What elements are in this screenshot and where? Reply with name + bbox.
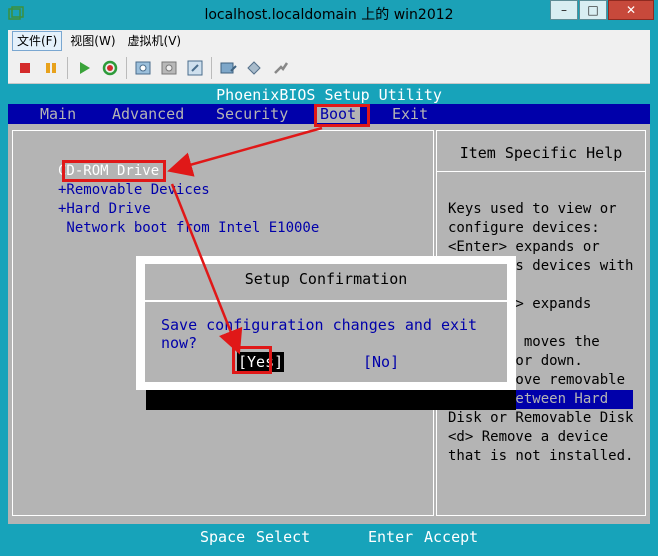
menu-view[interactable]: 视图(W) <box>66 32 119 50</box>
boot-tab-highlight-box <box>314 104 370 127</box>
help-line: that is not installed. <box>448 448 634 464</box>
toolbar-separator <box>211 56 212 79</box>
minimize-button[interactable]: – <box>550 0 578 20</box>
snapshot-icon <box>135 61 151 74</box>
footer-key-enter: Enter <box>368 528 414 546</box>
manage-snapshots-icon <box>187 60 203 75</box>
bios-footer: Space Select Enter Accept <box>8 524 650 548</box>
revert-snapshot-icon <box>161 61 177 74</box>
no-button[interactable]: [No] <box>363 352 399 372</box>
play-icon <box>80 61 90 74</box>
settings-icon <box>274 61 289 74</box>
dialog-message: Save configuration changes and exit now? <box>161 316 478 352</box>
menu-vm[interactable]: 虚拟机(V) <box>124 32 186 50</box>
boot-item-network[interactable]: Network boot from Intel E1000e <box>58 219 319 238</box>
reset-button[interactable] <box>97 55 123 81</box>
close-button[interactable]: ✕ <box>608 0 654 20</box>
setup-confirmation-box: Setup Confirmation Save configuration ch… <box>143 262 509 384</box>
connect-floppy-button[interactable] <box>241 55 267 81</box>
boot-item-hard-drive[interactable]: +Hard Drive <box>58 200 319 219</box>
connect-cd-icon <box>220 62 237 73</box>
bios-menu-advanced[interactable]: Advanced <box>112 105 184 123</box>
toolbar-separator <box>126 56 127 79</box>
help-title: Item Specific Help <box>437 131 645 172</box>
maximize-button[interactable]: □ <box>579 0 607 20</box>
help-line: Disk or Removable Disk <box>448 410 634 426</box>
vm-console-window: localhost.localdomain 上的 win2012 – □ ✕ 文… <box>0 0 658 556</box>
footer-action-select: Select <box>256 528 311 546</box>
title-bar[interactable]: localhost.localdomain 上的 win2012 – □ ✕ <box>0 0 658 30</box>
dialog-title: Setup Confirmation <box>244 270 408 288</box>
pause-icon <box>46 62 56 73</box>
help-line: configure devices: <box>448 220 600 236</box>
footer-action-accept: Accept <box>424 528 479 546</box>
cdrom-highlight-box <box>62 160 166 182</box>
connect-cd-button[interactable] <box>215 55 241 81</box>
help-line: Keys used to view or <box>448 201 617 217</box>
bios-menu-security[interactable]: Security <box>216 105 288 123</box>
manage-snapshots-button[interactable] <box>182 55 208 81</box>
pause-button[interactable] <box>38 55 64 81</box>
menu-file[interactable]: 文件(F) <box>12 31 63 51</box>
stop-icon <box>20 62 30 73</box>
stop-button[interactable] <box>12 55 38 81</box>
play-button[interactable] <box>71 55 97 81</box>
dialog-divider <box>143 300 509 302</box>
bios-menu-exit[interactable]: Exit <box>392 105 428 123</box>
footer-key-space: Space <box>200 528 246 546</box>
menu-bar: 文件(F) 视图(W) 虚拟机(V) <box>8 30 650 52</box>
reset-icon <box>102 60 118 75</box>
snapshot-button[interactable] <box>130 55 156 81</box>
yes-highlight-box <box>232 346 272 374</box>
settings-button[interactable] <box>267 55 293 81</box>
help-line: <d> Remove a device <box>448 429 609 445</box>
bios-title: PhoenixBIOS Setup Utility <box>8 84 650 104</box>
revert-snapshot-button[interactable] <box>156 55 182 81</box>
connect-floppy-icon <box>247 60 261 75</box>
bios-menu-main[interactable]: Main <box>40 105 76 123</box>
help-line: <Enter> expands or <box>448 239 600 255</box>
toolbar-separator <box>67 56 68 79</box>
boot-item-removable[interactable]: +Removable Devices <box>58 181 319 200</box>
toolbar <box>8 52 650 84</box>
